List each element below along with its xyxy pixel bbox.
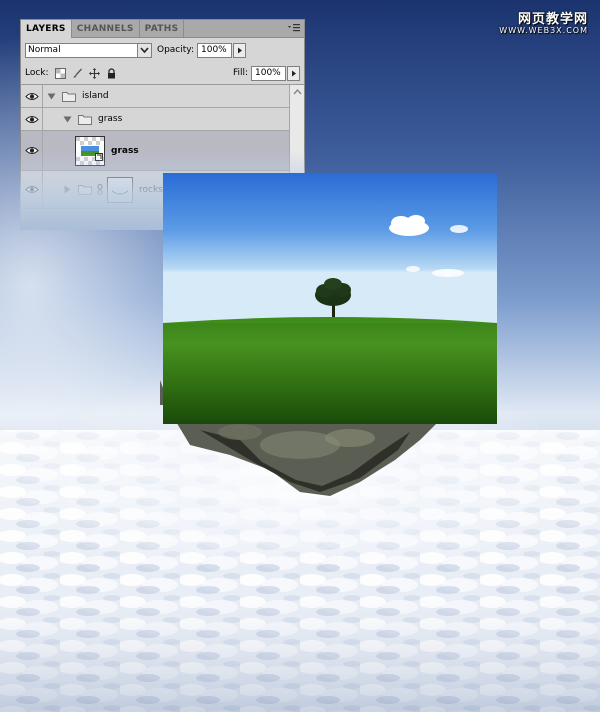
- panel-menu-icon[interactable]: [287, 23, 301, 33]
- watermark-url: WWW.WEB3X.COM: [499, 26, 588, 35]
- lock-icon[interactable]: [106, 67, 117, 79]
- opacity-input[interactable]: 100%: [197, 42, 232, 58]
- watermark-title: 网页教学网: [517, 12, 588, 27]
- layer-name: grass: [111, 145, 139, 156]
- link-chain-icon[interactable]: [97, 184, 103, 195]
- visibility-eye-icon[interactable]: [21, 108, 43, 130]
- fill-label: Fill:: [232, 68, 248, 78]
- fill-slider-toggle[interactable]: [287, 65, 300, 81]
- grass-field-photo: [163, 173, 497, 424]
- opacity-slider-toggle[interactable]: [233, 42, 246, 58]
- move-icon[interactable]: [88, 67, 100, 79]
- brush-icon[interactable]: [72, 68, 83, 79]
- lock-label: Lock:: [25, 68, 49, 78]
- scroll-up-arrow-icon[interactable]: [290, 85, 304, 99]
- lock-row: Lock: Fill: 100%: [21, 62, 304, 85]
- layer-name: rocks: [139, 184, 163, 195]
- expand-triangle-down-icon[interactable]: [47, 92, 56, 101]
- folder-icon: [78, 114, 92, 125]
- layer-name: island: [82, 91, 109, 101]
- layer-mask-thumbnail[interactable]: [107, 176, 133, 203]
- tab-paths[interactable]: PATHS: [140, 20, 185, 37]
- fill-input[interactable]: 100%: [251, 65, 286, 81]
- folder-icon: [78, 184, 92, 195]
- tab-channels[interactable]: CHANNELS: [72, 20, 140, 37]
- layer-row-grass-group[interactable]: grass: [21, 108, 289, 131]
- visibility-eye-icon[interactable]: [21, 85, 43, 107]
- lock-transparent-icon[interactable]: [54, 67, 66, 79]
- blend-mode-select[interactable]: Normal: [25, 42, 152, 58]
- expand-triangle-down-icon[interactable]: [63, 115, 72, 124]
- blend-mode-value: Normal: [28, 45, 61, 55]
- tab-layers[interactable]: LAYERS: [21, 20, 72, 38]
- visibility-eye-icon[interactable]: [21, 131, 43, 170]
- smart-object-badge-icon: [95, 152, 103, 164]
- expand-triangle-right-icon[interactable]: [63, 185, 72, 194]
- layer-row-grass-smart-object[interactable]: grass: [21, 131, 289, 171]
- visibility-eye-icon[interactable]: [21, 171, 43, 208]
- blend-row: Normal Opacity: 100%: [21, 38, 304, 62]
- layer-name: grass: [98, 114, 123, 124]
- chevron-down-icon[interactable]: [137, 43, 151, 57]
- folder-icon: [62, 91, 76, 102]
- site-watermark: 网页教学网 WWW.WEB3X.COM: [499, 8, 588, 35]
- opacity-label: Opacity:: [157, 45, 194, 55]
- layer-row-island[interactable]: island: [21, 85, 289, 108]
- panel-tabs: LAYERS CHANNELS PATHS: [21, 20, 304, 38]
- layer-thumbnail[interactable]: [75, 135, 105, 166]
